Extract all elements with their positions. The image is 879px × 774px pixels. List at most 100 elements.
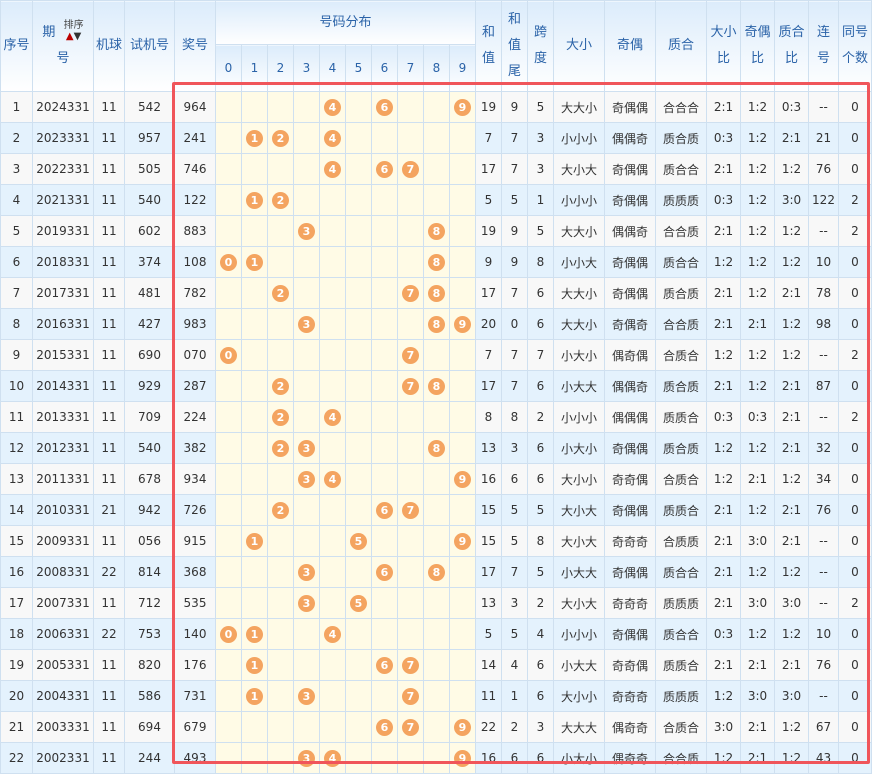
cell-primecomp: 合质质 <box>655 525 707 557</box>
cell-ball: 11 <box>93 215 125 247</box>
cell-trial: 481 <box>124 277 175 309</box>
distribution-cell-1: 1 <box>241 618 268 650</box>
sort-desc-icon[interactable]: ▼ <box>74 31 82 42</box>
distribution-cell-6 <box>371 215 398 247</box>
distribution-cell-3: 3 <box>293 742 320 774</box>
cell-trial: 753 <box>124 618 175 650</box>
cell-oddeven: 奇奇奇 <box>604 587 656 619</box>
distribution-cell-5 <box>345 184 372 216</box>
distribution-cell-2: 2 <box>267 184 294 216</box>
table-row: 16 2008331 22 814 368 3 6 8 17 7 5 小大大 奇偶偶 质合合 2:1 1:2 1… <box>0 556 872 588</box>
ball-marker: 7 <box>402 160 419 178</box>
cell-oe-ratio: 1:2 <box>740 556 775 588</box>
cell-oddeven: 奇奇奇 <box>604 680 656 712</box>
cell-same-count: 0 <box>838 122 872 154</box>
header-digit-7: 7 <box>397 44 424 92</box>
cell-trial: 374 <box>124 246 175 278</box>
cell-pc-ratio: 0:3 <box>774 91 809 123</box>
cell-period: 2002331 <box>32 742 94 774</box>
distribution-cell-0: 0 <box>215 618 242 650</box>
distribution-cell-8: 8 <box>423 556 450 588</box>
cell-seq: 5 <box>0 215 33 247</box>
cell-primecomp: 合质合 <box>655 711 707 743</box>
cell-sum-tail: 4 <box>501 649 528 681</box>
cell-same-count: 0 <box>838 432 872 464</box>
cell-same-count: 2 <box>838 401 872 433</box>
cell-sum: 17 <box>475 277 502 309</box>
cell-same-count: 0 <box>838 680 872 712</box>
distribution-cell-0 <box>215 556 242 588</box>
table-row: 1 2024331 11 542 964 4 6 9 19 9 5 大大小 奇偶偶 合合合 2:1 1:2 0:… <box>0 91 872 123</box>
cell-size: 大大大 <box>553 711 605 743</box>
cell-primecomp: 合合质 <box>655 742 707 774</box>
distribution-cell-3 <box>293 618 320 650</box>
distribution-cell-5 <box>345 494 372 526</box>
cell-sum-tail: 9 <box>501 215 528 247</box>
distribution-cell-1 <box>241 308 268 340</box>
cell-period: 2024331 <box>32 91 94 123</box>
table-row: 12 2012331 11 540 382 2 3 8 13 3 6 小大小 奇偶偶 质合质 1:2 1:2 2… <box>0 432 872 464</box>
cell-trial: 586 <box>124 680 175 712</box>
cell-same-count: 0 <box>838 308 872 340</box>
table-row: 2 2023331 11 957 241 1 2 4 7 7 3 小小小 偶偶奇 质合质 0:3 1:2 2:1… <box>0 122 872 154</box>
distribution-cell-2: 2 <box>267 122 294 154</box>
cell-oe-ratio: 2:1 <box>740 649 775 681</box>
cell-oe-ratio: 1:2 <box>740 91 775 123</box>
distribution-cell-9 <box>449 401 476 433</box>
ball-marker: 3 <box>298 563 315 581</box>
cell-period: 2003331 <box>32 711 94 743</box>
ball-marker: 7 <box>402 687 419 705</box>
distribution-cell-8: 8 <box>423 370 450 402</box>
distribution-cell-3 <box>293 184 320 216</box>
cell-primecomp: 质合质 <box>655 122 707 154</box>
cell-pc-ratio: 3:0 <box>774 680 809 712</box>
cell-seq: 19 <box>0 649 33 681</box>
cell-size: 大小大 <box>553 494 605 526</box>
ball-marker: 3 <box>298 687 315 705</box>
cell-seq: 12 <box>0 432 33 464</box>
cell-ball: 11 <box>93 525 125 557</box>
distribution-cell-7 <box>397 184 424 216</box>
distribution-cell-4 <box>319 711 346 743</box>
distribution-cell-5: 5 <box>345 525 372 557</box>
header-period-b: 号 <box>56 51 70 66</box>
distribution-cell-2: 2 <box>267 401 294 433</box>
cell-sum: 7 <box>475 339 502 371</box>
sort-control[interactable]: 排序 ▲▼ <box>64 20 84 42</box>
cell-primecomp: 质合质 <box>655 370 707 402</box>
cell-pc-ratio: 1:2 <box>774 339 809 371</box>
distribution-cell-8 <box>423 401 450 433</box>
distribution-cell-9 <box>449 339 476 371</box>
cell-consecutive: -- <box>808 215 839 247</box>
cell-oe-ratio: 0:3 <box>740 401 775 433</box>
header-period[interactable]: 期 排序 ▲▼ 号 <box>32 0 94 92</box>
cell-ball: 11 <box>93 277 125 309</box>
distribution-cell-1 <box>241 277 268 309</box>
cell-consecutive: 87 <box>808 370 839 402</box>
distribution-cell-5: 5 <box>345 587 372 619</box>
distribution-cell-7: 7 <box>397 494 424 526</box>
cell-size-ratio: 0:3 <box>706 184 741 216</box>
ball-marker: 9 <box>454 718 471 736</box>
header-oddeven: 奇偶 <box>604 0 656 92</box>
ball-marker: 1 <box>246 532 263 550</box>
ball-marker: 8 <box>428 284 445 302</box>
distribution-cell-8: 8 <box>423 277 450 309</box>
cell-size: 大大小 <box>553 215 605 247</box>
cell-primecomp: 质合合 <box>655 556 707 588</box>
cell-oddeven: 偶偶奇 <box>604 370 656 402</box>
sort-asc-icon[interactable]: ▲ <box>66 31 74 42</box>
distribution-cell-3 <box>293 649 320 681</box>
ball-marker: 1 <box>246 253 263 271</box>
cell-size-ratio: 2:1 <box>706 556 741 588</box>
cell-size: 大小大 <box>553 153 605 185</box>
cell-oddeven: 奇偶偶 <box>604 556 656 588</box>
cell-oe-ratio: 1:2 <box>740 277 775 309</box>
distribution-cell-8 <box>423 122 450 154</box>
distribution-cell-9 <box>449 587 476 619</box>
cell-period: 2017331 <box>32 277 94 309</box>
ball-marker: 3 <box>298 222 315 240</box>
ball-marker: 9 <box>454 98 471 116</box>
cell-size-ratio: 0:3 <box>706 618 741 650</box>
cell-prize: 535 <box>174 587 216 619</box>
